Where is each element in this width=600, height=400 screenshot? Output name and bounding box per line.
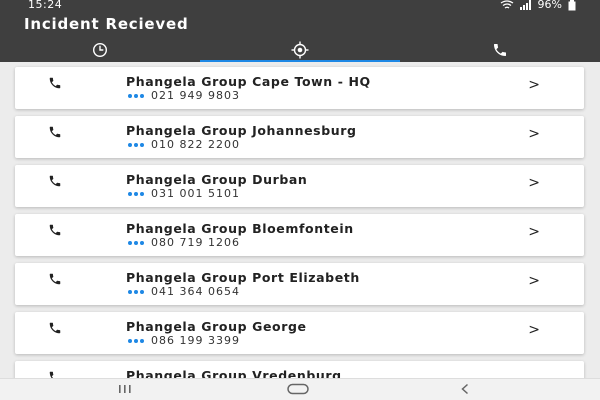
tab-location[interactable] (200, 39, 400, 60)
battery-icon (568, 0, 576, 10)
recent-apps-icon[interactable] (118, 383, 132, 395)
phone-icon (49, 322, 61, 334)
contact-number-row: 010 822 2200 (128, 138, 240, 151)
wifi-icon (500, 0, 513, 9)
page-title: Incident Recieved (24, 15, 189, 33)
contact-name: Phangela Group Durban (126, 172, 308, 187)
dots-icon (128, 191, 144, 196)
contact-name: Phangela Group Cape Town - HQ (126, 74, 371, 89)
chevron-right-icon: > (528, 224, 540, 240)
contact-number-row: 021 949 9803 (128, 89, 240, 102)
contact-name: Phangela Group Port Elizabeth (126, 270, 360, 285)
chevron-right-icon: > (528, 126, 540, 142)
phone-icon (49, 126, 61, 138)
phone-icon (49, 273, 61, 285)
list-item[interactable]: Phangela Group Vredenburg (15, 361, 584, 378)
contact-number: 010 822 2200 (151, 138, 240, 151)
contact-number-row: 086 199 3399 (128, 334, 240, 347)
contact-number: 080 719 1206 (151, 236, 240, 249)
back-icon[interactable] (459, 383, 471, 395)
chevron-right-icon: > (528, 273, 540, 289)
status-bar: 15:24 96% (0, 0, 600, 12)
dots-icon (128, 93, 144, 98)
contact-number-row: 041 364 0654 (128, 285, 240, 298)
dots-icon (128, 240, 144, 245)
dots-icon (128, 142, 144, 147)
contact-name: Phangela Group George (126, 319, 307, 334)
battery-percent: 96% (537, 0, 562, 11)
dots-icon (128, 338, 144, 343)
home-icon[interactable] (287, 383, 309, 395)
chevron-right-icon: > (528, 175, 540, 191)
gps-location-icon (291, 41, 309, 58)
list-item[interactable]: Phangela Group Cape Town - HQ 021 949 98… (15, 67, 584, 109)
list-item[interactable]: Phangela Group Bloemfontein 080 719 1206… (15, 214, 584, 256)
contact-number-row: 031 001 5101 (128, 187, 240, 200)
contact-number-row: 080 719 1206 (128, 236, 240, 249)
history-icon (92, 42, 108, 57)
contact-number: 086 199 3399 (151, 334, 240, 347)
tab-history[interactable] (0, 39, 200, 60)
contact-number: 021 949 9803 (151, 89, 240, 102)
phone-icon (49, 77, 61, 89)
dots-icon (128, 289, 144, 294)
phone-icon (49, 175, 61, 187)
phone-icon (49, 224, 61, 236)
signal-icon (519, 0, 531, 10)
status-time: 15:24 (28, 0, 63, 11)
app-header: Incident Recieved (0, 12, 600, 62)
chevron-right-icon: > (528, 322, 540, 338)
list-item[interactable]: Phangela Group Port Elizabeth 041 364 06… (15, 263, 584, 305)
contact-number: 041 364 0654 (151, 285, 240, 298)
tab-phone[interactable] (400, 39, 600, 60)
contact-name: Phangela Group Bloemfontein (126, 221, 354, 236)
contact-list[interactable]: Phangela Group Cape Town - HQ 021 949 98… (0, 62, 600, 378)
contact-name: Phangela Group Johannesburg (126, 123, 357, 138)
list-item[interactable]: Phangela Group Durban 031 001 5101 > (15, 165, 584, 207)
navigation-bar (0, 378, 600, 400)
phone-icon (494, 43, 506, 56)
list-item[interactable]: Phangela Group Johannesburg 010 822 2200… (15, 116, 584, 158)
contact-name: Phangela Group Vredenburg (126, 368, 342, 378)
status-icons: 96% (500, 0, 576, 11)
list-item[interactable]: Phangela Group George 086 199 3399 > (15, 312, 584, 354)
chevron-right-icon: > (528, 77, 540, 93)
phone-icon (49, 371, 54, 378)
contact-number: 031 001 5101 (151, 187, 240, 200)
